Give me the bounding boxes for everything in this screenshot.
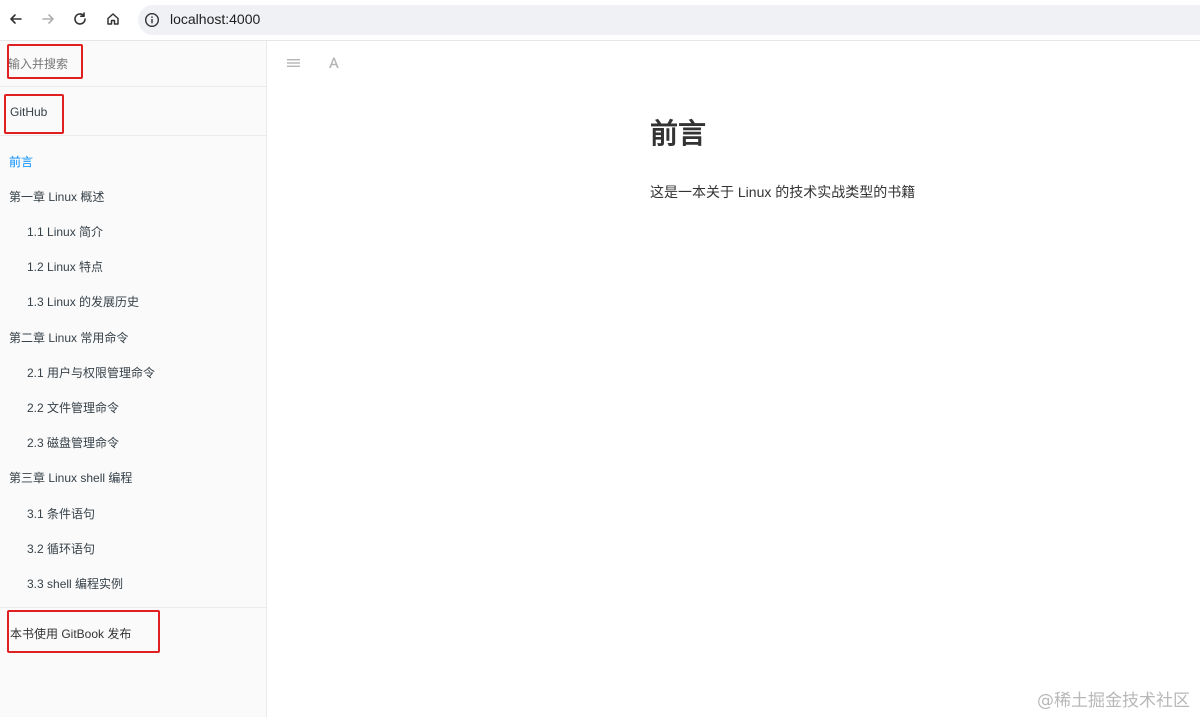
browser-toolbar: localhost:4000 <box>0 0 1200 41</box>
sidebar-divider <box>0 607 266 608</box>
sidebar-links: GitHub <box>0 88 266 136</box>
toc-item-chapter-2[interactable]: 第二章 Linux 常用命令 <box>9 329 128 346</box>
toc-item-2-3[interactable]: 2.3 磁盘管理命令 <box>27 434 119 451</box>
toc-item-chapter-1[interactable]: 第一章 Linux 概述 <box>9 188 104 205</box>
address-bar[interactable]: localhost:4000 <box>138 5 1200 35</box>
page-title: 前言 <box>650 117 707 150</box>
toc-item-3-1[interactable]: 3.1 条件语句 <box>27 505 95 522</box>
toc-item-2-1[interactable]: 2.1 用户与权限管理命令 <box>27 364 155 381</box>
toc-item-chapter-3[interactable]: 第三章 Linux shell 编程 <box>9 469 132 486</box>
menu-icon[interactable] <box>286 55 302 71</box>
page-body-text: 这是一本关于 Linux 的技术实战类型的书籍 <box>650 184 916 200</box>
reload-icon[interactable] <box>69 8 91 30</box>
info-icon[interactable] <box>144 12 160 28</box>
toc-item-preface[interactable]: 前言 <box>9 153 33 170</box>
home-icon[interactable] <box>102 8 124 30</box>
search-input[interactable] <box>8 54 228 74</box>
search-row <box>0 41 266 87</box>
forward-arrow-icon[interactable] <box>37 8 59 30</box>
gitbook-publish-link[interactable]: 本书使用 GitBook 发布 <box>10 625 131 642</box>
github-link[interactable]: GitHub <box>10 105 47 119</box>
font-settings-icon[interactable] <box>326 55 342 71</box>
toc-item-3-2[interactable]: 3.2 循环语句 <box>27 540 95 557</box>
toc-item-1-1[interactable]: 1.1 Linux 简介 <box>27 223 103 240</box>
toc-item-1-2[interactable]: 1.2 Linux 特点 <box>27 258 103 275</box>
book-sidebar: GitHub 前言 第一章 Linux 概述 1.1 Linux 简介 1.2 … <box>0 41 267 717</box>
toc-item-2-2[interactable]: 2.2 文件管理命令 <box>27 399 119 416</box>
back-arrow-icon[interactable] <box>5 8 27 30</box>
watermark: @稀土掘金技术社区 <box>1037 691 1190 711</box>
url-text[interactable]: localhost:4000 <box>170 11 260 27</box>
toc-item-3-3[interactable]: 3.3 shell 编程实例 <box>27 575 123 592</box>
toc-item-1-3[interactable]: 1.3 Linux 的发展历史 <box>27 293 139 310</box>
